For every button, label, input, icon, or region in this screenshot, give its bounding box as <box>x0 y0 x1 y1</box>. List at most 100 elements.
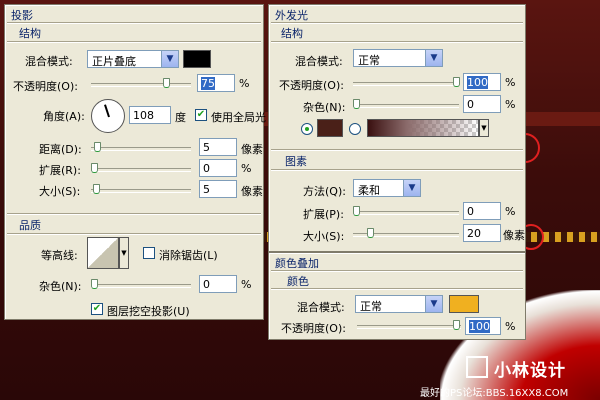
size-input[interactable]: 20 <box>463 224 501 242</box>
contour-preview[interactable] <box>87 237 119 269</box>
logo-text: 小林设计 <box>494 361 566 381</box>
degree-unit: 度 <box>175 111 186 124</box>
gradient-radio[interactable] <box>349 123 361 135</box>
pixel-unit: 像素 <box>503 229 525 242</box>
divider <box>7 213 261 215</box>
angle-label: 角度(A): <box>43 110 85 123</box>
opacity-slider[interactable] <box>353 77 460 87</box>
distance-label: 距离(D): <box>39 143 82 156</box>
technique-select[interactable]: 柔和 ▼ <box>353 179 421 197</box>
size-slider[interactable] <box>353 228 459 238</box>
divider <box>271 169 523 171</box>
pixel-unit: 像素 <box>241 143 263 156</box>
pixel-unit: 像素 <box>241 185 263 198</box>
noise-input[interactable]: 0 <box>463 95 501 113</box>
knockout-checkbox[interactable]: ✔ <box>91 303 103 315</box>
chevron-down-icon[interactable]: ▼ <box>119 237 129 269</box>
size-label: 大小(S): <box>303 230 345 243</box>
divider <box>271 288 523 290</box>
opacity-input[interactable]: 100 <box>465 317 501 335</box>
technique-label: 方法(Q): <box>303 185 346 198</box>
distance-slider[interactable] <box>91 142 191 152</box>
panel-title: 外发光 <box>275 9 308 22</box>
opacity-label: 不透明度(O): <box>281 322 346 335</box>
percent-unit: % <box>241 162 252 175</box>
divider <box>271 149 523 151</box>
blend-mode-label: 混合模式: <box>25 55 73 68</box>
chevron-down-icon: ▼ <box>161 51 178 67</box>
slider-thumb[interactable] <box>94 142 101 152</box>
opacity-slider[interactable] <box>357 320 461 330</box>
section-title: 结构 <box>19 27 41 40</box>
divider <box>7 233 261 235</box>
blend-mode-select[interactable]: 正片叠底 ▼ <box>87 50 179 68</box>
spread-label: 扩展(R): <box>39 164 81 177</box>
anti-alias-checkbox[interactable]: ✔ <box>143 247 155 259</box>
spread-slider[interactable] <box>91 163 191 173</box>
divider <box>7 41 261 43</box>
solid-color-radio[interactable] <box>301 123 313 135</box>
blend-mode-select[interactable]: 正常 ▼ <box>353 49 443 67</box>
opacity-slider[interactable] <box>91 78 191 88</box>
slider-thumb[interactable] <box>91 279 98 289</box>
contour-label: 等高线: <box>41 249 78 262</box>
panel-title: 投影 <box>11 9 33 22</box>
percent-unit: % <box>505 76 516 89</box>
knockout-label: 图层挖空投影(U) <box>107 305 190 318</box>
opacity-input[interactable]: 100 <box>463 73 501 91</box>
forum-text: 最好的PS论坛:BBS.16XX8.COM <box>420 388 569 399</box>
blend-mode-select[interactable]: 正常 ▼ <box>355 295 443 313</box>
distance-input[interactable]: 5 <box>199 138 237 156</box>
drop-shadow-panel: 投影 结构 混合模式: 正片叠底 ▼ 不透明度(O): 75 % 角度(A): … <box>4 4 266 320</box>
percent-unit: % <box>505 205 516 218</box>
outer-glow-panel: 外发光 结构 混合模式: 正常 ▼ 不透明度(O): 100 % 杂色(N): … <box>268 4 526 252</box>
slider-thumb[interactable] <box>93 184 100 194</box>
angle-needle <box>104 104 110 118</box>
percent-unit: % <box>505 98 516 111</box>
angle-input[interactable]: 108 <box>129 106 171 124</box>
section-title: 结构 <box>281 27 303 40</box>
overlay-color-swatch[interactable] <box>449 295 479 313</box>
divider <box>271 22 523 24</box>
blend-mode-label: 混合模式: <box>297 301 345 314</box>
slider-thumb[interactable] <box>353 206 360 216</box>
section-title: 图素 <box>285 155 307 168</box>
divider <box>271 41 523 43</box>
chevron-down-icon[interactable]: ▼ <box>479 119 489 137</box>
slider-thumb[interactable] <box>353 99 360 109</box>
slider-thumb[interactable] <box>91 163 98 173</box>
chevron-down-icon: ▼ <box>425 50 442 66</box>
panel-title: 颜色叠加 <box>275 257 319 270</box>
blend-mode-value: 正常 <box>358 54 380 67</box>
opacity-input[interactable]: 75 <box>197 74 235 92</box>
spread-slider[interactable] <box>353 206 459 216</box>
divider <box>271 270 523 272</box>
divider <box>7 22 261 24</box>
blend-mode-value: 正片叠底 <box>92 55 136 68</box>
slider-thumb[interactable] <box>163 78 170 88</box>
noise-label: 杂色(N): <box>39 280 82 293</box>
noise-slider[interactable] <box>91 279 191 289</box>
noise-input[interactable]: 0 <box>199 275 237 293</box>
spread-input[interactable]: 0 <box>199 159 237 177</box>
color-overlay-panel: 颜色叠加 颜色 混合模式: 正常 ▼ 不透明度(O): 100 % <box>268 252 526 340</box>
opacity-label: 不透明度(O): <box>279 79 344 92</box>
angle-dial[interactable] <box>91 99 125 133</box>
noise-slider[interactable] <box>353 99 459 109</box>
use-global-light-label: 使用全局光 <box>211 111 266 124</box>
technique-value: 柔和 <box>358 184 380 197</box>
gradient-swatch[interactable] <box>367 119 479 137</box>
chevron-down-icon: ▼ <box>403 180 420 196</box>
glow-color-swatch[interactable] <box>317 119 343 137</box>
slider-thumb[interactable] <box>453 320 460 330</box>
use-global-light-checkbox[interactable]: ✔ <box>195 109 207 121</box>
blend-mode-value: 正常 <box>360 300 382 313</box>
size-input[interactable]: 5 <box>199 180 237 198</box>
size-slider[interactable] <box>91 184 191 194</box>
slider-thumb[interactable] <box>367 228 374 238</box>
spread-input[interactable]: 0 <box>463 202 501 220</box>
slider-thumb[interactable] <box>453 77 460 87</box>
opacity-label: 不透明度(O): <box>13 80 78 93</box>
shadow-color-swatch[interactable] <box>183 50 211 68</box>
section-title: 品质 <box>19 219 41 232</box>
